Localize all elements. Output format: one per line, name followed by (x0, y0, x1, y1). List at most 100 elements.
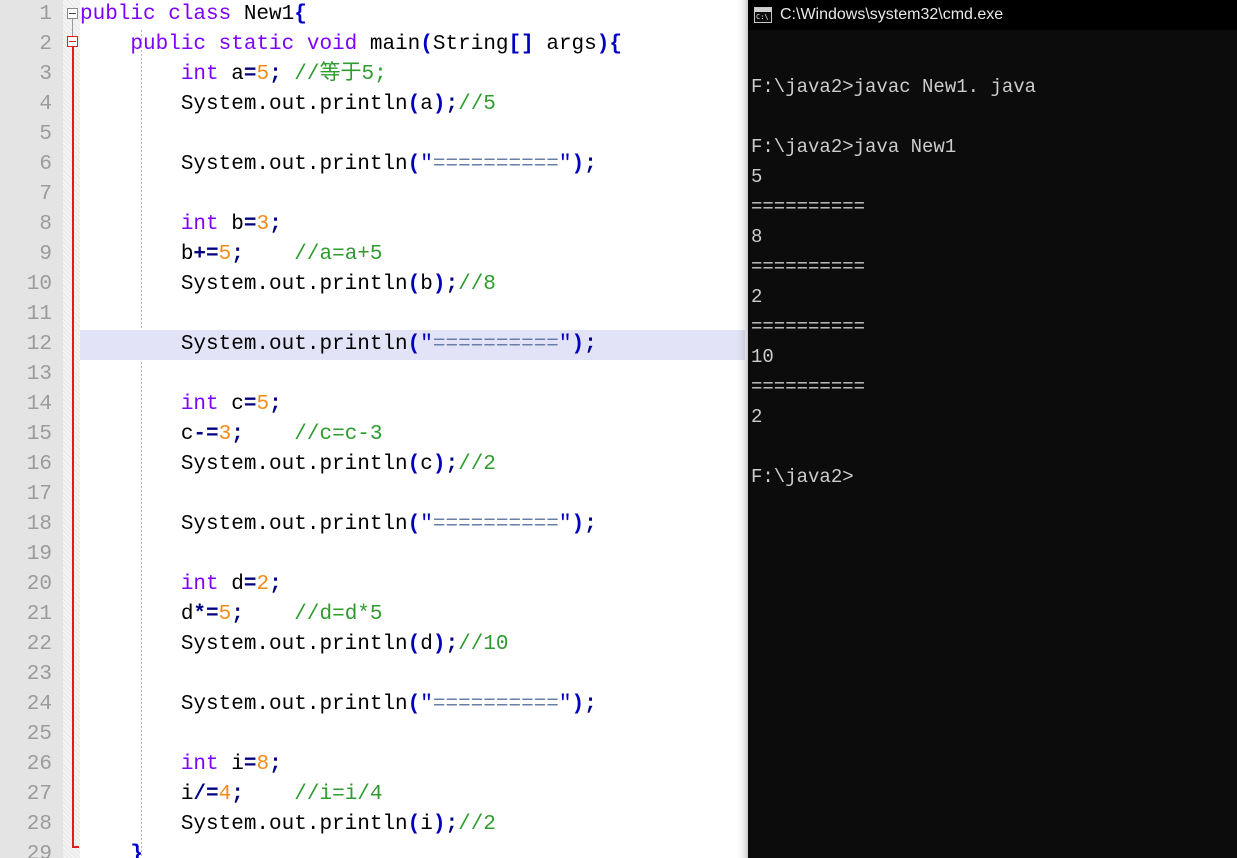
code-line[interactable]: 17 (0, 480, 748, 510)
code-line[interactable]: 8 int b=3; (0, 210, 748, 240)
code-line[interactable]: 27 i/=4; //i=i/4 (0, 780, 748, 810)
cmd-window[interactable]: C:\ C:\Windows\system32\cmd.exe F:\java2… (748, 0, 1237, 858)
line-number: 6 (39, 153, 52, 176)
code-line[interactable]: 13 (0, 360, 748, 390)
token-quote: " (558, 513, 572, 536)
token-plain: args (533, 33, 597, 56)
line-number: 27 (26, 783, 52, 806)
line-number: 22 (26, 633, 52, 656)
code-line[interactable]: 29 } (0, 840, 748, 858)
token-op: += (193, 243, 219, 266)
token-cmt: //5 (458, 93, 496, 116)
code-line-text: b+=5; //a=a+5 (80, 240, 383, 270)
token-op: ; (445, 453, 459, 476)
token-punc: ) (432, 633, 446, 656)
code-line-text: public static void main(String[] args){ (80, 30, 622, 60)
line-number: 12 (26, 333, 52, 356)
token-punc: ) (571, 693, 585, 716)
token-num: 8 (256, 753, 270, 776)
code-line-text: i/=4; //i=i/4 (80, 780, 383, 810)
code-line[interactable]: 5 (0, 120, 748, 150)
token-op: ; (584, 153, 597, 176)
code-line[interactable]: 7 (0, 180, 748, 210)
cmd-console-output[interactable]: F:\java2>javac New1. java F:\java2>java … (748, 30, 1237, 858)
token-punc: ( (407, 813, 421, 836)
code-line-text: System.out.println("=========="); (80, 690, 597, 720)
code-line[interactable]: 28 System.out.println(i);//2 (0, 810, 748, 840)
token-plain: System.out.println (80, 813, 408, 836)
code-line[interactable]: 20 int d=2; (0, 570, 748, 600)
token-punc: ) (432, 93, 446, 116)
line-number: 11 (26, 303, 52, 326)
console-output-line: ========== (751, 316, 866, 338)
code-line[interactable]: 21 d*=5; //d=d*5 (0, 600, 748, 630)
line-number: 25 (26, 723, 52, 746)
line-number: 7 (39, 183, 52, 206)
code-line[interactable]: 16 System.out.println(c);//2 (0, 450, 748, 480)
token-punc: [] (508, 33, 534, 56)
token-cmt: //i=i/4 (294, 783, 383, 806)
code-line[interactable]: 24 System.out.println("=========="); (0, 690, 748, 720)
token-plain: d (218, 573, 244, 596)
code-line[interactable]: 2 public static void main(String[] args)… (0, 30, 748, 60)
token-punc: ( (407, 93, 421, 116)
token-op: ; (269, 573, 282, 596)
code-line[interactable]: 14 int c=5; (0, 390, 748, 420)
code-line[interactable]: 15 c-=3; //c=c-3 (0, 420, 748, 450)
token-punc: ( (407, 333, 421, 356)
line-number: 19 (26, 543, 52, 566)
token-op: ; (584, 333, 597, 356)
token-str: ========== (432, 693, 559, 716)
code-line-text: System.out.println(b);//8 (80, 270, 496, 300)
line-number: 21 (26, 603, 52, 626)
token-punc: ) (571, 333, 585, 356)
code-line[interactable]: 23 (0, 660, 748, 690)
token-cmt: //8 (458, 273, 496, 296)
code-editor[interactable]: 1 public class New1{2 public static void … (0, 0, 748, 858)
token-punc: ( (407, 513, 421, 536)
code-line[interactable]: 9 b+=5; //a=a+5 (0, 240, 748, 270)
code-line[interactable]: 26 int i=8; (0, 750, 748, 780)
token-num: 3 (256, 213, 270, 236)
token-cmt: //d=d*5 (294, 603, 383, 626)
console-output-line: 2 (751, 406, 763, 428)
token-cmt: //c=c-3 (294, 423, 383, 446)
code-line[interactable]: 18 System.out.println("=========="); (0, 510, 748, 540)
token-plain: New1 (243, 3, 295, 26)
code-line[interactable]: 11 (0, 300, 748, 330)
line-number: 26 (26, 753, 52, 776)
code-line[interactable]: 25 (0, 720, 748, 750)
token-plain: b (218, 213, 244, 236)
code-line[interactable]: 3 int a=5; //等于5; (0, 60, 748, 90)
code-line[interactable]: 12 System.out.println("=========="); (0, 330, 748, 360)
code-line-text: System.out.println(a);//5 (80, 90, 496, 120)
code-line-text: } (80, 840, 143, 858)
token-op: ; (445, 633, 459, 656)
code-line[interactable]: 19 (0, 540, 748, 570)
code-line[interactable]: 1 public class New1{ (0, 0, 748, 30)
code-line[interactable]: 22 System.out.println(d);//10 (0, 630, 748, 660)
token-str: ========== (432, 333, 559, 356)
token-plain: i (80, 783, 194, 806)
token-op: *= (193, 603, 219, 626)
token-op: ; (584, 513, 597, 536)
token-op: ; (231, 423, 244, 446)
code-line-list: 1 public class New1{2 public static void … (0, 0, 748, 858)
token-plain: System.out.println (80, 453, 408, 476)
code-line[interactable]: 4 System.out.println(a);//5 (0, 90, 748, 120)
console-output-line: ========== (751, 256, 866, 278)
code-line[interactable]: 6 System.out.println("=========="); (0, 150, 748, 180)
token-num: 2 (256, 573, 270, 596)
token-plain: System.out.println (80, 333, 408, 356)
token-num: 5 (256, 393, 270, 416)
cmd-title-bar[interactable]: C:\ C:\Windows\system32\cmd.exe (748, 0, 1237, 30)
code-line[interactable]: 10 System.out.println(b);//8 (0, 270, 748, 300)
